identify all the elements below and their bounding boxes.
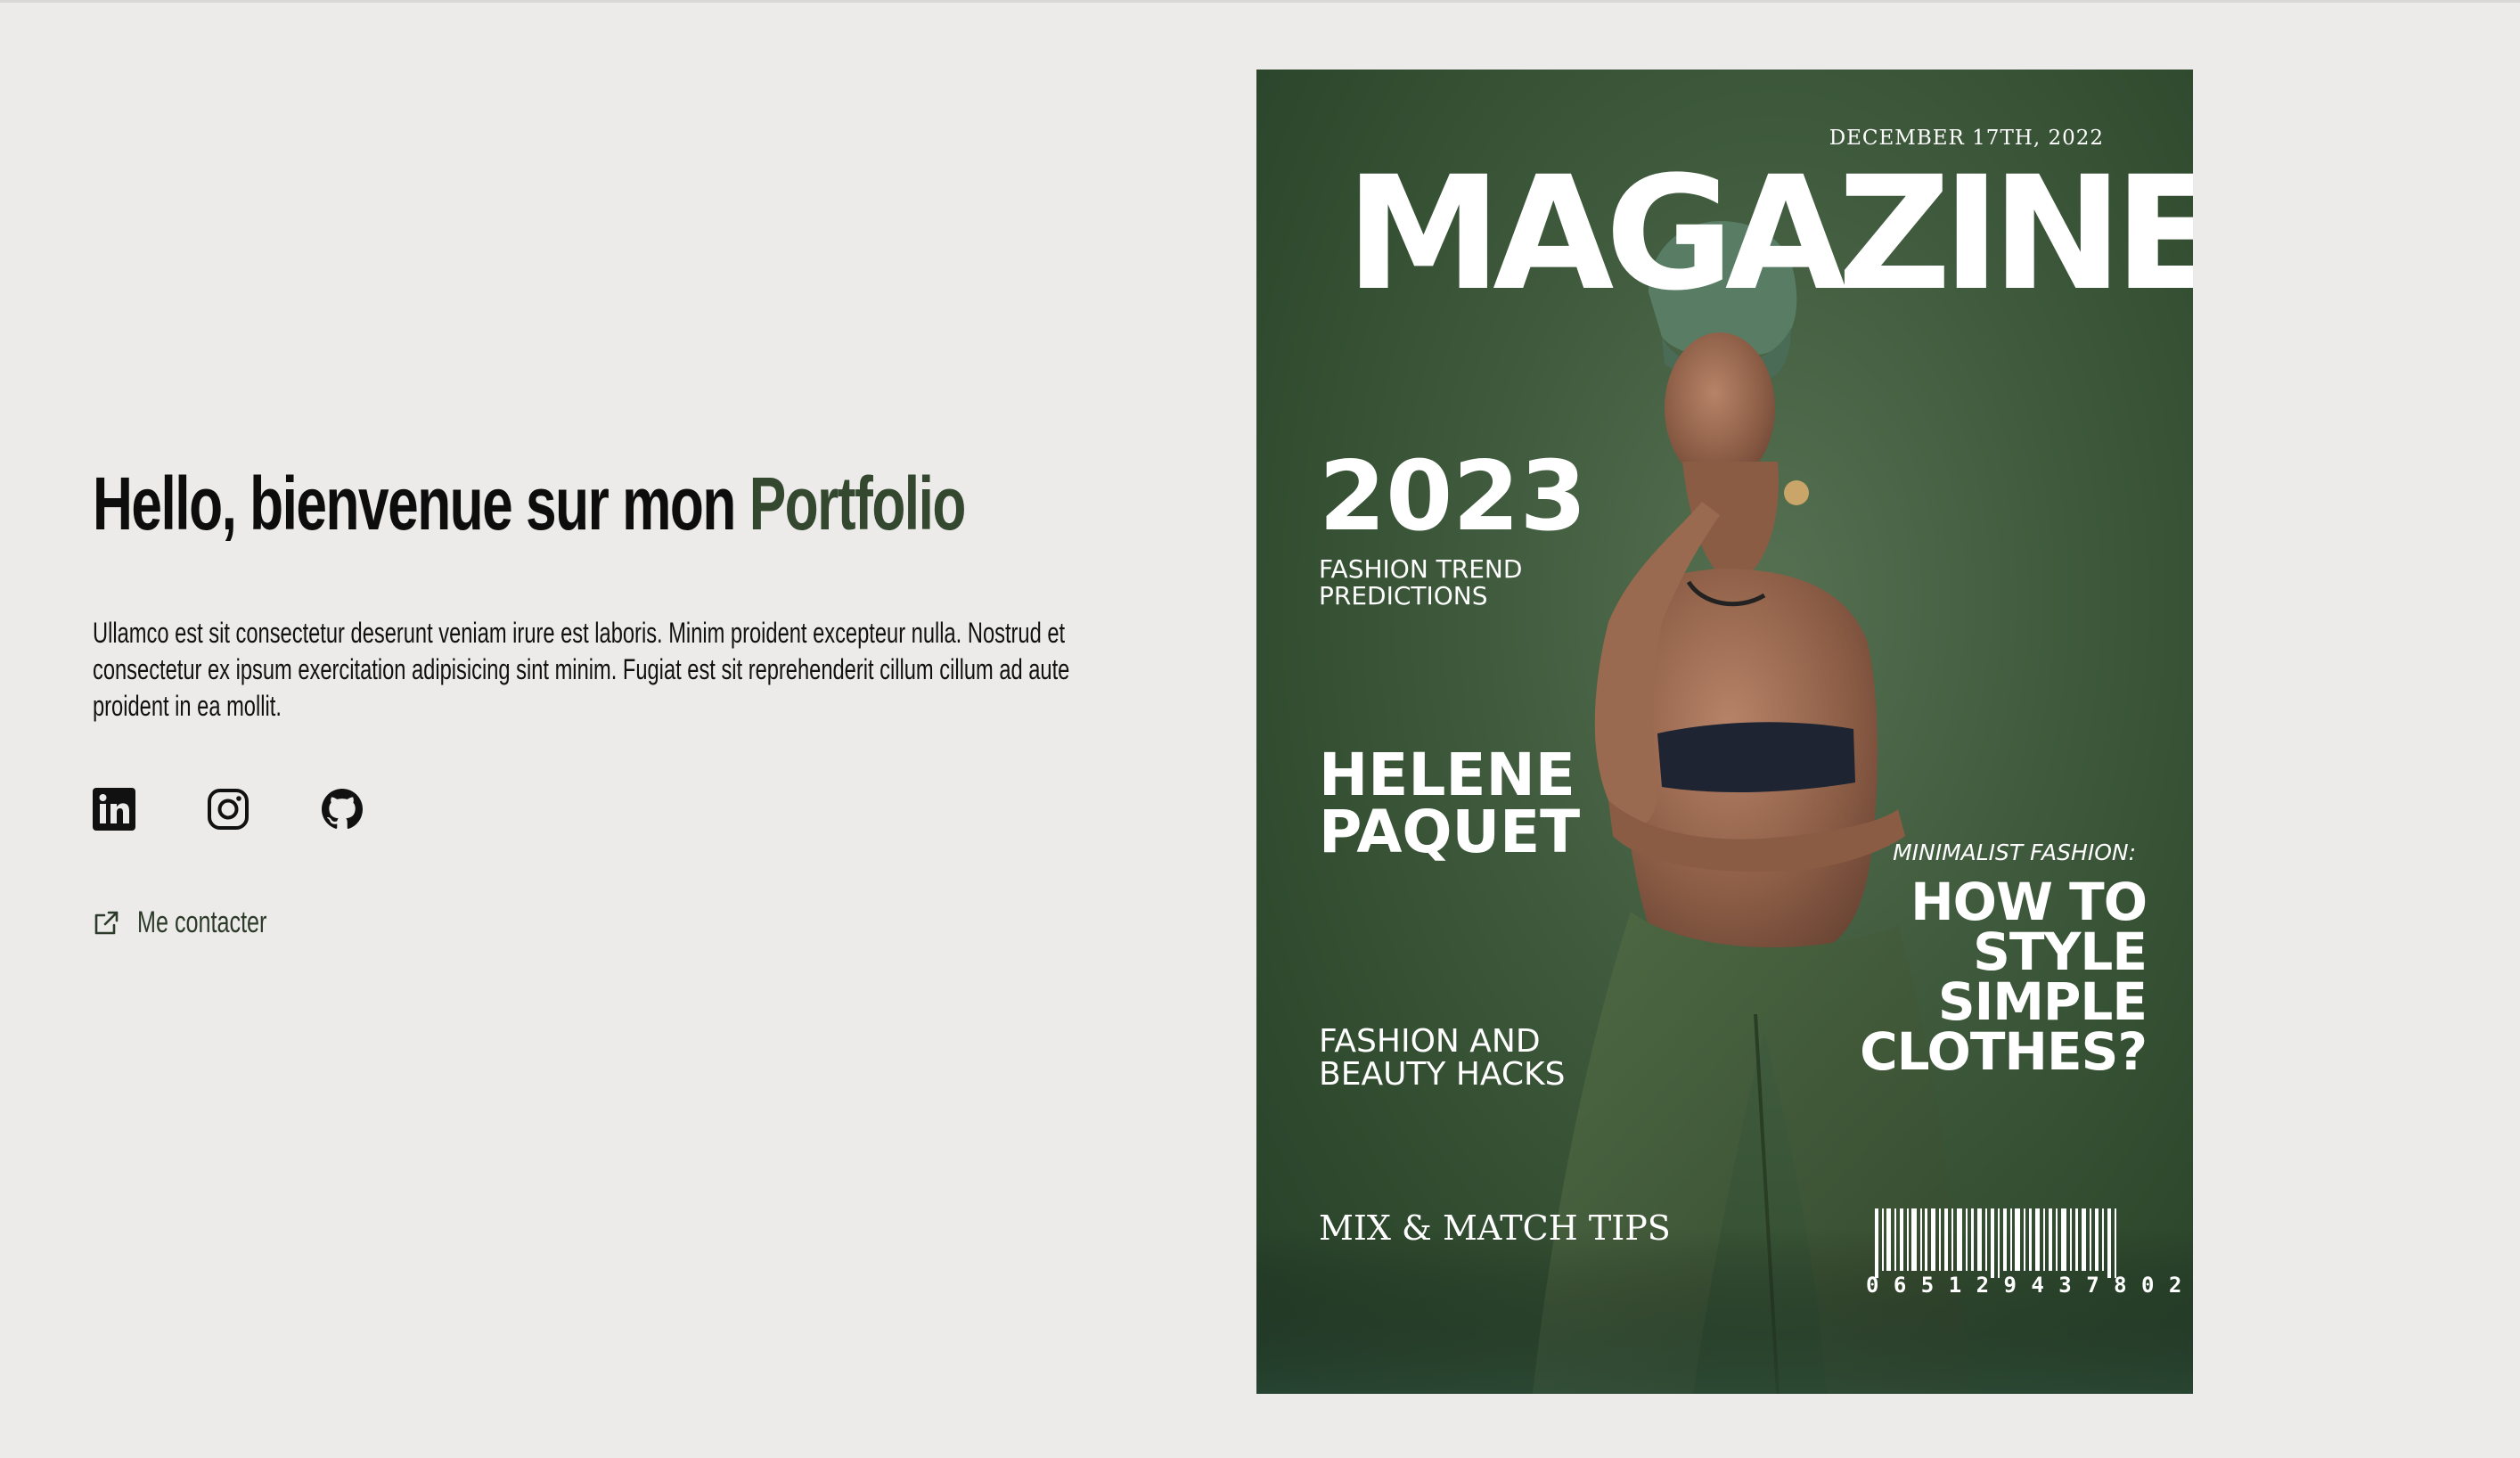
instagram-link[interactable]: [207, 788, 250, 831]
external-link-icon: [94, 911, 119, 934]
linkedin-link[interactable]: [93, 788, 135, 831]
headline-line-4: CLOTHES?: [1860, 1021, 2148, 1082]
headline-line-1: HOW TO: [1910, 872, 2148, 932]
title-accent: Portfolio: [749, 462, 967, 545]
page-title: Hello, bienvenue sur mon Portfolio: [93, 455, 966, 553]
github-link[interactable]: [321, 788, 364, 831]
trend-predictions: FASHION TREND PREDICTIONS: [1319, 556, 1586, 610]
cover-title: MAGAZINE: [1346, 143, 2193, 325]
barcode: 0 6 5 1 2 9 4 3 7 8 0 2 4 3: [1866, 1208, 2193, 1298]
linkedin-icon: [93, 788, 135, 831]
barcode-number: 0 6 5 1 2 9 4 3 7 8 0 2 4 3: [1866, 1273, 2193, 1298]
title-prefix: Hello, bienvenue sur mon: [93, 462, 749, 545]
cover-kicker: MINIMALIST FASHION:: [1893, 840, 2136, 865]
headline-line-2: STYLE: [1973, 921, 2148, 982]
instagram-icon: [208, 789, 249, 830]
cover-headline: HOW TO STYLE SIMPLE CLOTHES?: [1826, 872, 2148, 1082]
trend-line-1: FASHION TREND: [1319, 554, 1523, 584]
contact-label: Me contacter: [137, 905, 267, 939]
mix-match-tips: MIX & MATCH TIPS: [1319, 1208, 1671, 1248]
cover-year: 2023: [1319, 441, 1587, 553]
hacks-line-2: BEAUTY HACKS: [1319, 1056, 1566, 1093]
intro-description: Ullamco est sit consectetur deserunt ven…: [93, 617, 1070, 722]
intro-section: Hello, bienvenue sur mon Portfolio Ullam…: [93, 455, 1198, 753]
cover-name: HELENE PAQUET: [1319, 741, 1640, 866]
top-border: [0, 0, 2520, 3]
beauty-hacks: FASHION AND BEAUTY HACKS: [1319, 1025, 1640, 1091]
social-links: [93, 788, 364, 831]
hacks-line-1: FASHION AND: [1319, 1023, 1541, 1060]
magazine-cover-image: DECEMBER 17TH, 2022 MAGAZINE 2023 FASHIO…: [1256, 70, 2193, 1394]
barcode-bars: [1875, 1208, 2116, 1278]
trend-line-2: PREDICTIONS: [1319, 581, 1488, 610]
github-icon: [322, 789, 364, 829]
headline-line-3: SIMPLE: [1937, 971, 2148, 1032]
name-line-1: HELENE: [1319, 741, 1575, 809]
name-line-2: PAQUET: [1319, 798, 1581, 866]
contact-link[interactable]: Me contacter: [93, 905, 313, 940]
